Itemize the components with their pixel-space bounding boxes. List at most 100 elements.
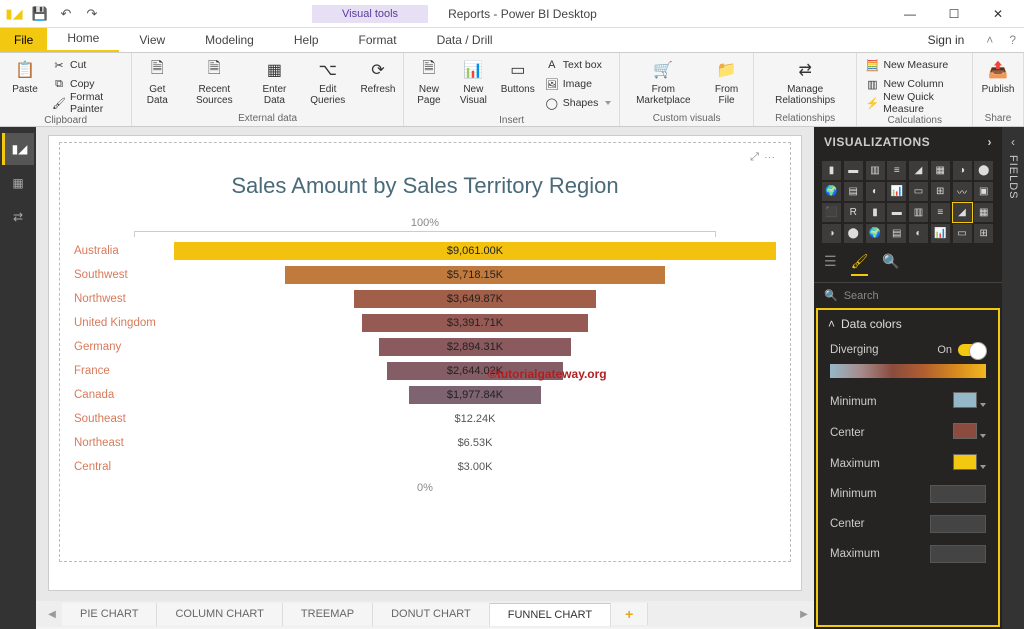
viz-type-icon[interactable]: ◐ [866, 182, 885, 201]
viz-type-icon[interactable]: ▤ [887, 224, 906, 243]
new-visual-button[interactable]: 📊New Visual [452, 55, 495, 108]
viz-type-icon[interactable]: ◐ [909, 224, 928, 243]
viz-type-icon[interactable]: R [844, 203, 863, 222]
maximum-color-swatch[interactable] [953, 454, 986, 473]
center-value-input[interactable] [930, 515, 986, 533]
viz-type-icon[interactable]: ≡ [887, 161, 906, 180]
collapse-ribbon-icon[interactable]: ˄ [978, 28, 1001, 52]
page-tab[interactable]: PIE CHART [62, 603, 157, 626]
viz-type-icon[interactable]: ▦ [974, 203, 993, 222]
viz-type-icon[interactable]: 📊 [931, 224, 950, 243]
manage-relationships-button[interactable]: ⇄Manage Relationships [758, 55, 853, 108]
model-view-icon[interactable]: ⇄ [2, 201, 34, 233]
viz-type-icon[interactable]: ▤ [844, 182, 863, 201]
viz-type-icon[interactable]: 🌍 [866, 224, 885, 243]
publish-button[interactable]: 📤Publish [977, 55, 1019, 97]
viz-type-icon[interactable]: ▮ [822, 161, 841, 180]
collapse-pane-icon[interactable]: › [988, 135, 993, 149]
enter-data-button[interactable]: ▦Enter Data [250, 55, 298, 108]
expand-fields-icon[interactable]: ‹ [1011, 135, 1015, 149]
undo-icon[interactable]: ↶ [56, 4, 76, 24]
tab-format[interactable]: Format [339, 28, 417, 52]
funnel-bar[interactable]: $5,718.15K [285, 266, 665, 284]
shapes-button[interactable]: ◯Shapes [545, 94, 612, 112]
page-tab[interactable]: FUNNEL CHART [490, 603, 611, 626]
cut-button[interactable]: ✂Cut [52, 56, 123, 74]
maximum-value-input[interactable] [930, 545, 986, 563]
tab-home[interactable]: Home [47, 26, 119, 52]
visual-header-menu[interactable]: ⤢ ⋯ [74, 151, 776, 167]
section-header[interactable]: ˄Data colors [818, 310, 998, 338]
format-painter-button[interactable]: 🖌Format Painter [52, 94, 123, 112]
redo-icon[interactable]: ↷ [82, 4, 102, 24]
center-color-swatch[interactable] [953, 423, 986, 442]
help-icon[interactable]: ? [1001, 28, 1024, 52]
viz-type-icon[interactable]: ▬ [844, 161, 863, 180]
viz-type-icon[interactable]: ◢ [909, 161, 928, 180]
close-button[interactable]: ✕ [976, 0, 1020, 28]
maximize-button[interactable]: ☐ [932, 0, 976, 28]
funnel-bar[interactable]: $3,391.71K [362, 314, 587, 332]
funnel-bar[interactable]: $3,649.87K [354, 290, 596, 308]
funnel-bar[interactable]: $2,644.02K [387, 362, 563, 380]
save-icon[interactable]: 💾 [30, 4, 50, 24]
viz-type-icon[interactable]: ▭ [953, 224, 972, 243]
add-page-button[interactable]: + [611, 603, 648, 625]
funnel-visual[interactable]: ⤢ ⋯ Sales Amount by Sales Territory Regi… [59, 142, 791, 562]
new-page-button[interactable]: 🗎New Page [408, 55, 450, 108]
page-tab[interactable]: TREEMAP [283, 603, 373, 626]
new-measure-button[interactable]: 🧮New Measure [865, 56, 964, 74]
funnel-bar[interactable]: $2,894.31K [379, 338, 571, 356]
scroll-left-icon[interactable]: ◀ [42, 609, 62, 620]
report-view-icon[interactable]: ▮◢ [2, 133, 34, 165]
minimum-value-input[interactable] [930, 485, 986, 503]
minimize-button[interactable]: — [888, 0, 932, 28]
viz-type-icon[interactable]: ▣ [974, 182, 993, 201]
from-file-button[interactable]: 📁From File [704, 55, 749, 108]
text-box-button[interactable]: AText box [545, 56, 612, 74]
report-canvas[interactable]: ⤢ ⋯ Sales Amount by Sales Territory Regi… [36, 127, 814, 601]
funnel-bar[interactable]: $12.24K [472, 410, 478, 428]
diverging-toggle[interactable]: On [937, 344, 986, 356]
new-quick-measure-button[interactable]: ⚡New Quick Measure [865, 94, 964, 112]
paste-button[interactable]: 📋Paste [4, 55, 46, 97]
tab-file[interactable]: File [0, 28, 47, 52]
viz-type-icon[interactable]: ⬛ [822, 203, 841, 222]
minimum-color-swatch[interactable] [953, 392, 986, 411]
page-tab[interactable]: COLUMN CHART [157, 603, 282, 626]
analytics-tab-icon[interactable]: 🔍 [882, 253, 899, 276]
page-tab[interactable]: DONUT CHART [373, 603, 490, 626]
viz-type-icon[interactable]: ◑ [822, 224, 841, 243]
tab-help[interactable]: Help [274, 28, 339, 52]
format-search[interactable]: 🔍 Search [814, 283, 1002, 308]
refresh-button[interactable]: ⟳Refresh [357, 55, 399, 97]
viz-type-icon[interactable]: ▮ [866, 203, 885, 222]
viz-type-icon[interactable]: ▬ [887, 203, 906, 222]
viz-type-icon[interactable]: ▭ [909, 182, 928, 201]
fields-tab-icon[interactable]: ☰ [824, 253, 837, 276]
edit-queries-button[interactable]: ⌥Edit Queries [301, 55, 355, 108]
tab-datadrill[interactable]: Data / Drill [417, 28, 513, 52]
get-data-button[interactable]: 🗎Get Data [136, 55, 178, 108]
funnel-bar[interactable]: $3.00K [472, 458, 478, 476]
viz-type-icon[interactable]: ⊞ [974, 224, 993, 243]
funnel-bar[interactable]: $1,977.84K [409, 386, 540, 404]
data-view-icon[interactable]: ▦ [2, 167, 34, 199]
viz-type-icon[interactable]: ▦ [931, 161, 950, 180]
scroll-right-icon[interactable]: ▶ [794, 609, 814, 620]
funnel-bar[interactable]: $9,061.00K [174, 242, 776, 260]
recent-sources-button[interactable]: 🗎Recent Sources [180, 55, 248, 108]
image-button[interactable]: 🖼Image [545, 75, 612, 93]
viz-type-icon[interactable]: ⊞ [931, 182, 950, 201]
viz-type-icon[interactable]: ⬤ [974, 161, 993, 180]
buttons-button[interactable]: ▭Buttons [497, 55, 539, 97]
from-marketplace-button[interactable]: 🛒From Marketplace [624, 55, 702, 108]
viz-type-icon[interactable]: ◢ [953, 203, 972, 222]
viz-type-icon[interactable]: 🌍 [822, 182, 841, 201]
viz-type-icon[interactable]: ⬤ [844, 224, 863, 243]
fields-pane-collapsed[interactable]: ‹ FIELDS [1002, 127, 1024, 629]
format-tab-icon[interactable]: 🖌 [851, 253, 869, 276]
viz-type-icon[interactable]: 📊 [887, 182, 906, 201]
viz-type-icon[interactable]: ▥ [909, 203, 928, 222]
funnel-bar[interactable]: $6.53K [472, 434, 478, 452]
